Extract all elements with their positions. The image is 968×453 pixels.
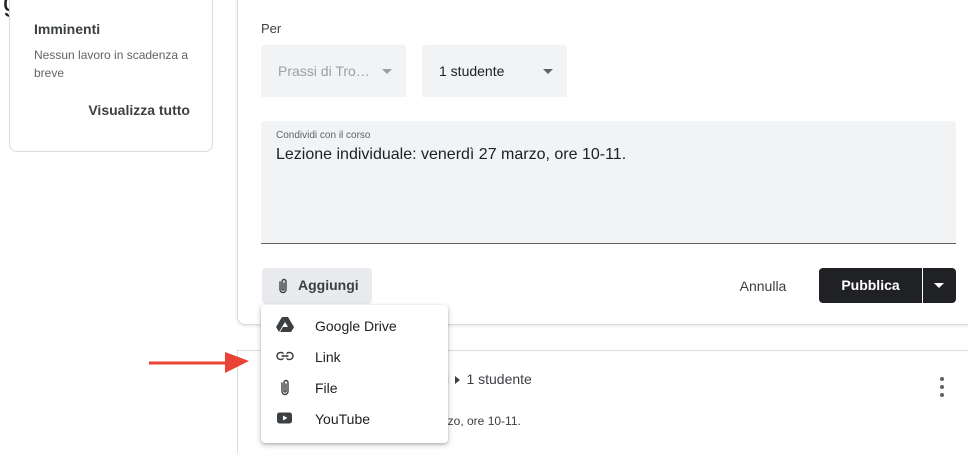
post-text: arzo, ore 10-11.: [437, 414, 521, 428]
more-options-icon[interactable]: [936, 376, 948, 398]
publish-options-button[interactable]: [923, 268, 956, 303]
class-select[interactable]: Prassi di Tro…: [261, 45, 406, 97]
share-with-class-textarea[interactable]: Condividi con il corso Lezione individua…: [261, 121, 956, 244]
chevron-down-icon: [382, 69, 392, 74]
view-all-link[interactable]: Visualizza tutto: [88, 102, 190, 118]
upcoming-card: Imminenti Nessun lavoro in scadenza a br…: [9, 0, 213, 152]
menu-item-label: File: [315, 380, 338, 396]
youtube-icon: [276, 410, 296, 428]
link-icon: [276, 348, 296, 366]
share-field-label: Condividi con il corso: [276, 130, 371, 141]
menu-item-youtube[interactable]: YouTube: [261, 404, 448, 435]
paperclip-icon: [277, 278, 289, 299]
chevron-down-icon: [543, 69, 553, 74]
annotation-arrow-icon: [149, 349, 249, 378]
add-attachment-button[interactable]: Aggiungi: [262, 268, 372, 304]
caret-down-icon: [934, 283, 944, 288]
for-label: Per: [261, 21, 282, 36]
post-students: 1 studente: [466, 371, 532, 387]
paperclip-icon: [276, 379, 296, 397]
publish-button[interactable]: Pubblica: [819, 268, 922, 303]
menu-item-google-drive[interactable]: Google Drive: [261, 311, 448, 342]
post-audience: FI1 studente: [437, 371, 532, 387]
menu-item-label: Link: [315, 349, 341, 365]
add-button-label: Aggiungi: [298, 277, 359, 293]
menu-item-label: YouTube: [315, 411, 371, 427]
upcoming-empty-message: Nessun lavoro in scadenza a breve: [34, 48, 189, 80]
menu-item-link[interactable]: Link: [261, 342, 448, 373]
google-drive-icon: [276, 317, 296, 335]
cancel-button[interactable]: Annulla: [720, 268, 806, 304]
share-field-text: Lezione individuale: venerdì 27 marzo, o…: [276, 146, 627, 163]
upcoming-title: Imminenti: [34, 21, 101, 37]
menu-item-file[interactable]: File: [261, 373, 448, 404]
students-select[interactable]: 1 studente: [422, 45, 567, 97]
arrow-right-icon: [455, 375, 461, 384]
class-select-value: Prassi di Tro…: [278, 63, 370, 79]
menu-item-label: Google Drive: [315, 318, 397, 334]
students-select-value: 1 studente: [439, 63, 505, 79]
add-attachment-menu: Google Drive Link File YouTube: [261, 305, 448, 443]
classroom-stream-page: gg Imminenti Nessun lavoro in scadenza a…: [0, 0, 968, 453]
